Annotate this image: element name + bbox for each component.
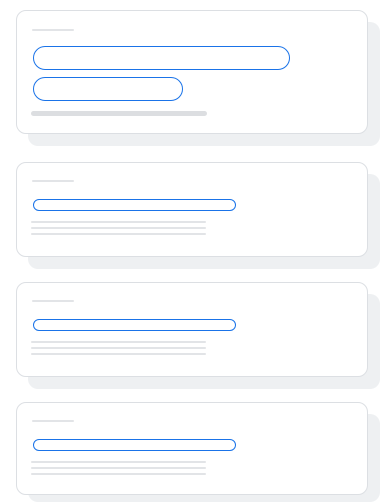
detail-line-3 <box>31 473 206 475</box>
title-placeholder <box>32 29 74 31</box>
card-body <box>16 162 368 257</box>
detail-line-2 <box>31 467 206 469</box>
detail-line-3 <box>31 353 206 355</box>
skeleton-card-3 <box>16 282 380 389</box>
card-body <box>16 282 368 377</box>
detail-line-2 <box>31 227 206 229</box>
skeleton-card-4 <box>16 402 380 502</box>
input-placeholder[interactable] <box>33 199 236 211</box>
skeleton-card-2 <box>16 162 380 269</box>
short-button-placeholder[interactable] <box>33 77 183 101</box>
detail-line-1 <box>31 461 206 463</box>
wide-button-placeholder[interactable] <box>33 46 290 70</box>
detail-line-1 <box>31 341 206 343</box>
detail-line-1 <box>31 221 206 223</box>
title-placeholder <box>32 180 74 182</box>
detail-line-2 <box>31 347 206 349</box>
title-placeholder <box>32 300 74 302</box>
skeleton-card-1 <box>16 10 380 146</box>
input-placeholder[interactable] <box>33 319 236 331</box>
input-placeholder[interactable] <box>33 439 236 451</box>
title-placeholder <box>32 420 74 422</box>
card-body <box>16 10 368 134</box>
card-body <box>16 402 368 495</box>
detail-placeholder <box>31 111 207 116</box>
detail-line-3 <box>31 233 206 235</box>
